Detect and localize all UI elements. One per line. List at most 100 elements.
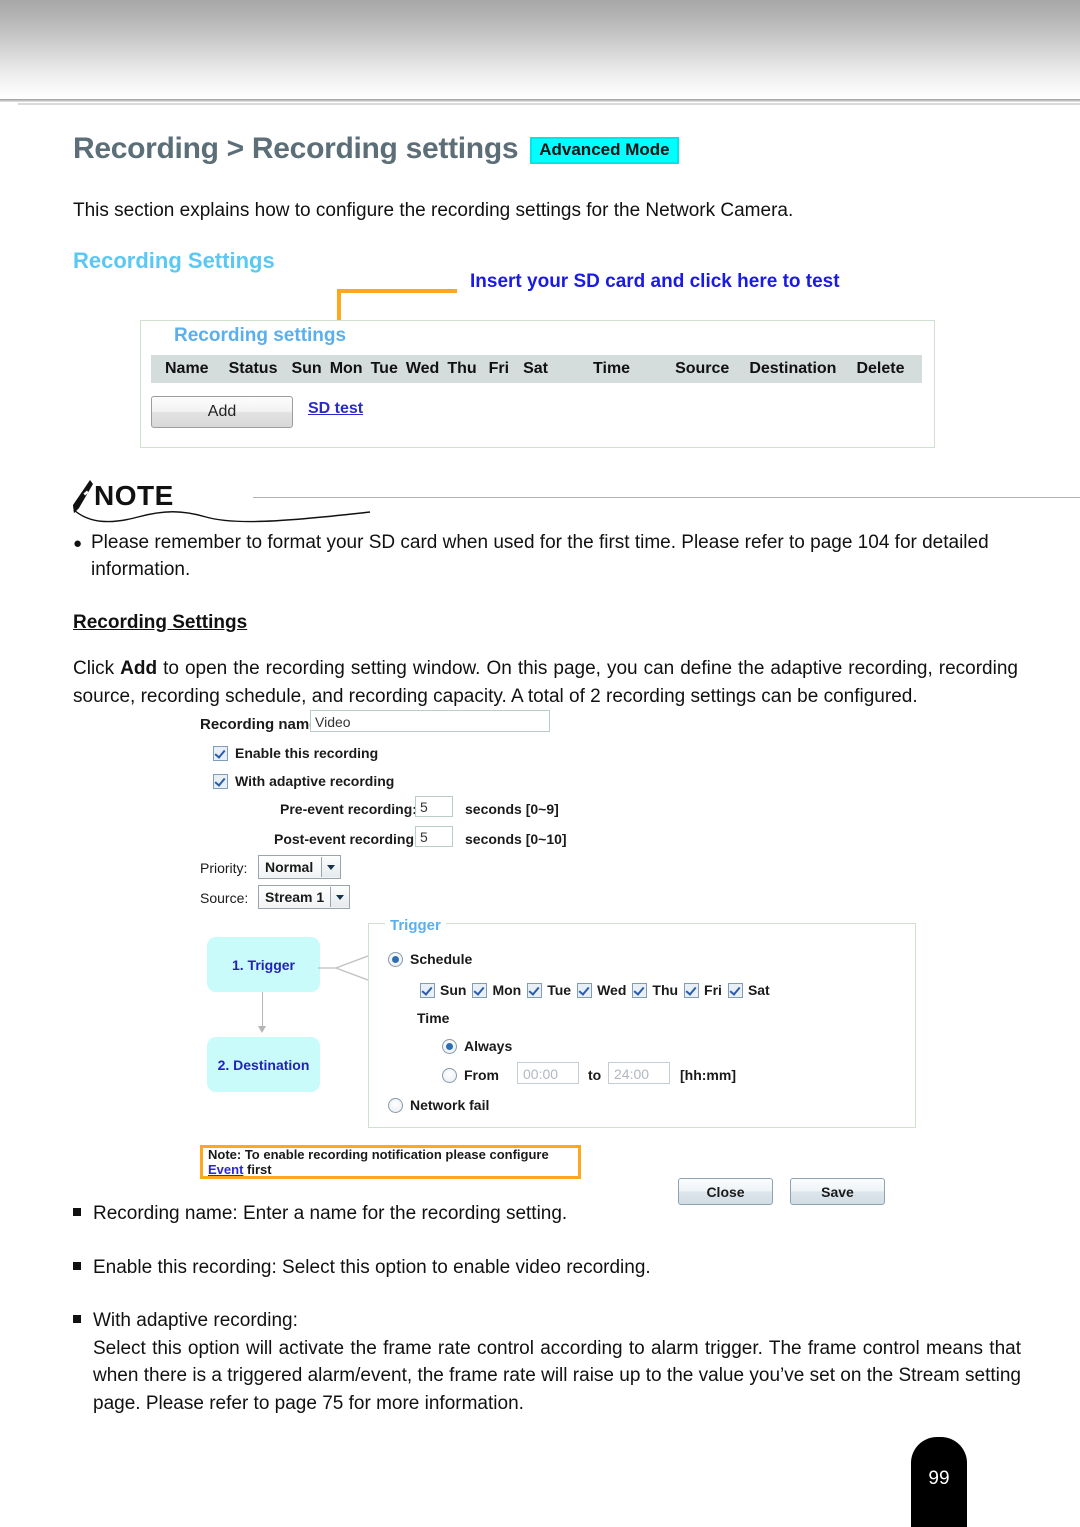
- enable-recording-label: Enable this recording: [235, 745, 379, 761]
- column-header-sat: Sat: [523, 360, 549, 377]
- to-label: to: [588, 1067, 602, 1083]
- note-block-header: NOTE: [70, 478, 1080, 533]
- day-wed[interactable]: Wed: [577, 982, 626, 998]
- priority-select[interactable]: Normal: [258, 855, 342, 879]
- day-thu[interactable]: Thu: [632, 982, 678, 998]
- day-sat[interactable]: Sat: [727, 982, 770, 998]
- weekday-checkbox-group: Sun Mon Tue Wed Thu Fri Sat: [420, 982, 770, 998]
- adaptive-recording-row[interactable]: With adaptive recording: [213, 773, 394, 789]
- column-header-mon: Mon: [329, 360, 363, 377]
- to-time-input[interactable]: 24:00: [608, 1062, 670, 1084]
- pre-event-label: Pre-event recording:: [280, 801, 417, 817]
- column-header-delete: Delete: [856, 360, 905, 377]
- recording-settings-paragraph: Click Add to open the recording setting …: [73, 655, 1018, 710]
- day-sun-checkbox[interactable]: [420, 982, 435, 998]
- network-fail-radio[interactable]: [388, 1097, 403, 1113]
- priority-value: Normal: [265, 859, 314, 875]
- from-time-input[interactable]: 00:00: [517, 1062, 579, 1084]
- list-item: Enable this recording: Select this optio…: [73, 1254, 1021, 1282]
- note-text: Please remember to format your SD card w…: [91, 532, 989, 580]
- day-fri[interactable]: Fri: [684, 982, 722, 998]
- bullet-title: With adaptive recording:: [93, 1310, 298, 1332]
- event-link[interactable]: Event: [208, 1162, 243, 1177]
- source-value: Stream 1: [265, 889, 325, 905]
- day-sat-checkbox[interactable]: [727, 982, 743, 998]
- recording-name-input[interactable]: Video: [310, 710, 550, 732]
- day-tue-label: Tue: [547, 982, 572, 998]
- day-mon-checkbox[interactable]: [472, 982, 488, 998]
- recording-settings-legend: Recording settings: [168, 325, 353, 347]
- adaptive-recording-checkbox[interactable]: [213, 773, 228, 789]
- paragraph-pre: Click: [73, 658, 121, 679]
- section-heading: Recording Settings: [73, 248, 275, 273]
- column-header-time: Time: [593, 360, 631, 377]
- column-header-fri: Fri: [488, 360, 510, 377]
- enable-recording-row[interactable]: Enable this recording: [213, 745, 378, 761]
- network-fail-radio-row[interactable]: Network fail: [388, 1097, 489, 1113]
- day-wed-label: Wed: [597, 982, 627, 998]
- recording-name-label: Recording name:: [200, 716, 323, 733]
- pre-event-unit: seconds [0~9]: [465, 801, 559, 817]
- note-body: ● Please remember to format your SD card…: [73, 530, 993, 584]
- day-sun[interactable]: Sun: [420, 982, 466, 998]
- dialog-note-banner: Note: To enable recording notification p…: [200, 1145, 581, 1179]
- chevron-down-icon[interactable]: [330, 887, 350, 907]
- page-number: 99: [928, 1468, 950, 1489]
- paragraph-post: to open the recording setting window. On…: [73, 658, 1018, 707]
- day-thu-label: Thu: [652, 982, 679, 998]
- from-radio[interactable]: [442, 1067, 457, 1083]
- schedule-radio-row[interactable]: Schedule: [388, 951, 472, 967]
- post-event-input[interactable]: 5: [415, 826, 453, 847]
- day-mon[interactable]: Mon: [472, 982, 521, 998]
- bullet-square-icon: [73, 1315, 81, 1324]
- always-radio-row[interactable]: Always: [442, 1038, 512, 1054]
- time-format-hint: [hh:mm]: [680, 1067, 736, 1083]
- post-event-label: Post-event recording:: [274, 831, 419, 847]
- list-item: With adaptive recording: Select this opt…: [73, 1307, 1021, 1417]
- bullet-title: Recording name: Enter a name for the rec…: [93, 1203, 568, 1224]
- chevron-down-icon[interactable]: [321, 857, 341, 877]
- day-tue-checkbox[interactable]: [527, 982, 543, 998]
- always-label: Always: [464, 1038, 513, 1054]
- network-fail-label: Network fail: [410, 1097, 490, 1113]
- column-header-status: Status: [228, 360, 278, 377]
- source-select[interactable]: Stream 1: [258, 885, 351, 909]
- dialog-note-post: first: [243, 1162, 272, 1177]
- day-thu-checkbox[interactable]: [632, 982, 648, 998]
- bullet-title: Enable this recording: Select this optio…: [93, 1256, 651, 1278]
- column-header-name: Name: [165, 360, 209, 377]
- column-header-wed: Wed: [405, 360, 440, 377]
- sd-test-link[interactable]: SD test: [308, 400, 363, 418]
- callout-annotation-text: Insert your SD card and click here to te…: [470, 271, 840, 292]
- from-radio-row[interactable]: From: [442, 1067, 499, 1083]
- day-tue[interactable]: Tue: [527, 982, 571, 998]
- day-fri-checkbox[interactable]: [684, 982, 700, 998]
- note-bullet: ●: [73, 535, 83, 552]
- pre-event-input[interactable]: 5: [415, 796, 453, 817]
- paragraph-bold-add: Add: [120, 658, 158, 679]
- dialog-note-pre: Note: To enable recording notification p…: [208, 1147, 549, 1162]
- add-button[interactable]: Add: [151, 396, 293, 428]
- column-header-destination: Destination: [749, 360, 837, 377]
- enable-recording-checkbox[interactable]: [213, 745, 228, 761]
- post-event-unit: seconds [0~10]: [465, 831, 567, 847]
- column-header-thu: Thu: [447, 360, 477, 377]
- bullet-body: Select this option will activate the fra…: [93, 1337, 1021, 1414]
- note-rule: [253, 497, 1080, 498]
- day-sat-label: Sat: [747, 982, 770, 998]
- flow-arrow-head-icon: [258, 1026, 266, 1033]
- from-label: From: [464, 1067, 499, 1083]
- list-item: Recording name: Enter a name for the rec…: [73, 1200, 1021, 1228]
- flow-step-destination[interactable]: 2. Destination: [207, 1037, 320, 1092]
- time-label: Time: [417, 1010, 450, 1026]
- day-wed-checkbox[interactable]: [577, 982, 593, 998]
- advanced-mode-badge: Advanced Mode: [530, 136, 679, 165]
- intro-paragraph: This section explains how to configure t…: [73, 200, 794, 221]
- schedule-radio[interactable]: [388, 951, 403, 967]
- source-label: Source:: [200, 890, 249, 906]
- note-squiggle: [73, 509, 371, 523]
- flow-arrow-line: [262, 992, 263, 1028]
- flow-step-trigger[interactable]: 1. Trigger: [207, 937, 320, 992]
- always-radio[interactable]: [442, 1038, 457, 1054]
- bullet-square-icon: [73, 1208, 81, 1216]
